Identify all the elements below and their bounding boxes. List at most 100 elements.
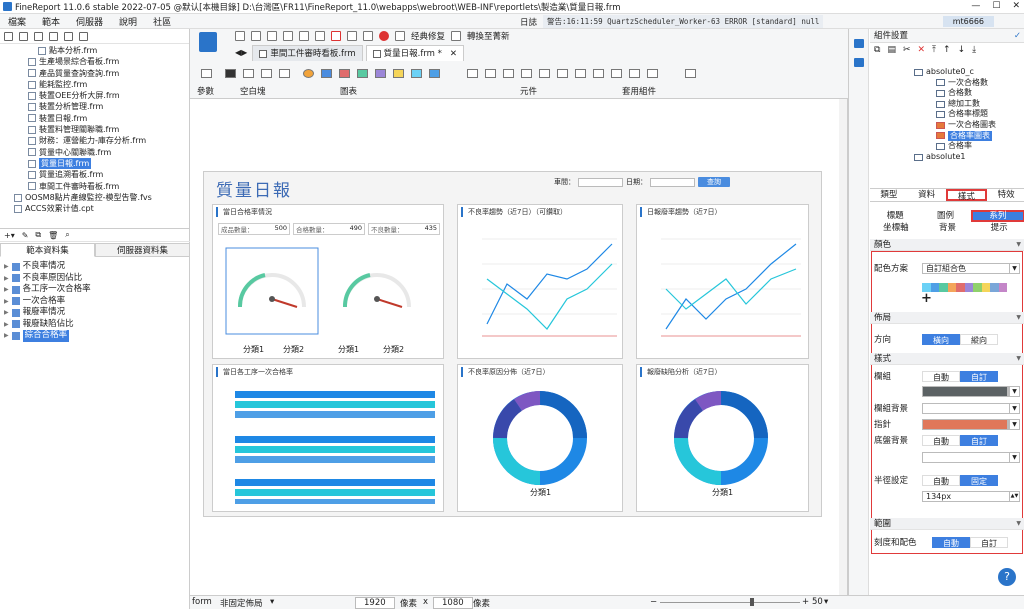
border-color-dropdown[interactable]: ▼ bbox=[1008, 386, 1020, 397]
palette-swatch[interactable] bbox=[981, 283, 990, 292]
expand-icon[interactable]: ▶ bbox=[4, 307, 9, 319]
menu-community[interactable]: 社區 bbox=[145, 15, 179, 28]
date-icon[interactable] bbox=[503, 69, 514, 78]
scale-auto[interactable]: 自動 bbox=[932, 537, 970, 548]
tab-style[interactable]: 樣式 bbox=[945, 189, 988, 202]
menu-server[interactable]: 伺服器 bbox=[68, 15, 111, 28]
area-chart-icon[interactable] bbox=[375, 69, 386, 78]
expand-icon[interactable]: ▶ bbox=[4, 284, 9, 296]
base-bg-color-select[interactable]: ▼ bbox=[922, 452, 1020, 463]
color-scheme-select[interactable]: 自訂組合色 ▼ bbox=[922, 263, 1020, 274]
query-button[interactable]: 查詢 bbox=[698, 177, 730, 187]
section-style[interactable]: 樣式 ▼ bbox=[870, 353, 1024, 365]
collapse-icon[interactable]: ✓ bbox=[1014, 29, 1021, 43]
expand-icon[interactable]: ▶ bbox=[4, 261, 9, 273]
list-icon[interactable] bbox=[575, 69, 586, 78]
search-icon[interactable] bbox=[79, 31, 88, 41]
file-item[interactable]: 裝置料管理關聯職.frm bbox=[0, 124, 189, 135]
dataset-item[interactable]: ▶ 綜合合格率 bbox=[0, 330, 190, 342]
zoom-value[interactable]: 50 bbox=[812, 597, 823, 607]
report-title[interactable]: 質量日報 bbox=[216, 176, 292, 201]
subtab-legend[interactable]: 圖例 bbox=[920, 210, 970, 222]
delete-dataset-icon[interactable]: 🗑 bbox=[48, 231, 58, 240]
card-process-pass-rate[interactable]: 當日各工序一次合格率 bbox=[212, 364, 444, 512]
log-message[interactable]: 警告:16:11:59 QuartzScheduler_Worker-63 ER… bbox=[543, 15, 824, 28]
file-item[interactable]: 產品質量查詢查詢.frm bbox=[0, 68, 189, 79]
bar-bg-select[interactable]: ▼ bbox=[922, 403, 1020, 414]
file-item[interactable]: 裝置日報.frm bbox=[0, 113, 189, 124]
button-widget-icon[interactable] bbox=[611, 69, 622, 78]
scale-custom[interactable]: 自訂 bbox=[970, 537, 1008, 548]
paste-icon[interactable] bbox=[315, 31, 325, 41]
menu-help[interactable]: 說明 bbox=[111, 15, 145, 28]
file-item[interactable]: 生產場景綜合看板.frm bbox=[0, 56, 189, 67]
fix-icon[interactable] bbox=[395, 31, 405, 41]
blank-block-icon[interactable] bbox=[225, 69, 236, 78]
file-item[interactable]: 質量追溯看板.frm bbox=[0, 169, 189, 180]
undo-icon[interactable] bbox=[251, 31, 261, 41]
preview-icon[interactable] bbox=[347, 31, 357, 41]
cut-widget-icon[interactable]: ✂ bbox=[903, 45, 911, 55]
pointer-color-dropdown[interactable]: ▼ bbox=[1008, 419, 1020, 430]
form-icon[interactable] bbox=[363, 31, 373, 41]
minimize-icon[interactable]: — bbox=[971, 1, 980, 11]
copy-widget-icon[interactable]: ⧉ bbox=[874, 45, 880, 55]
edit-icon[interactable]: ✎ bbox=[22, 231, 29, 240]
widget-tree-item[interactable]: 合格率 bbox=[870, 141, 1024, 152]
widget-tree-item[interactable]: absolute1 bbox=[870, 152, 1024, 163]
filter-date-input[interactable] bbox=[650, 177, 695, 187]
apply-component-icon[interactable] bbox=[685, 69, 696, 78]
more-chart-icon[interactable] bbox=[429, 69, 440, 78]
file-item[interactable]: 質量中心關聯職.frm bbox=[0, 147, 189, 158]
cell-attr-icon[interactable] bbox=[853, 58, 864, 67]
tab-effect[interactable]: 特效 bbox=[987, 189, 1024, 201]
tree-icon[interactable] bbox=[593, 69, 604, 78]
tab-block-icon[interactable] bbox=[243, 69, 254, 78]
section-range[interactable]: 範圍 ▼ bbox=[870, 518, 1024, 530]
move-up-icon[interactable]: ↑ bbox=[943, 45, 951, 55]
copy-toolbar-icon[interactable] bbox=[299, 31, 309, 41]
tab-server-dataset[interactable]: 伺服器資料集 bbox=[95, 243, 190, 257]
textfield-icon[interactable] bbox=[467, 69, 478, 78]
absolute-block-icon[interactable] bbox=[261, 69, 272, 78]
dataset-item[interactable]: ▶ 一次合格率 bbox=[0, 296, 190, 308]
radius-auto[interactable]: 自動 bbox=[922, 475, 960, 486]
open-icon[interactable] bbox=[34, 31, 43, 41]
tab-template-dataset[interactable]: 範本資料集 bbox=[0, 243, 95, 257]
border-auto[interactable]: 自動 bbox=[922, 371, 960, 382]
border-color-swatch[interactable] bbox=[922, 386, 1008, 397]
close-icon[interactable]: ✕ bbox=[1012, 1, 1020, 11]
section-color[interactable]: 顏色 ▼ bbox=[870, 239, 1024, 251]
file-item[interactable]: 車間工件審時看板.frm bbox=[0, 181, 189, 192]
file-item[interactable]: 能耗監控.frm bbox=[0, 79, 189, 90]
card-scrap-trend[interactable]: 日報廢率趨勢（近7日） bbox=[636, 204, 809, 359]
move-down-icon[interactable]: ↓ bbox=[958, 45, 966, 55]
copy-icon[interactable]: ⧉ bbox=[35, 230, 41, 240]
tab-data[interactable]: 資料 bbox=[908, 189, 946, 201]
border-custom[interactable]: 自訂 bbox=[960, 371, 998, 382]
add-color-icon[interactable]: + bbox=[921, 291, 932, 306]
delete-icon[interactable] bbox=[64, 31, 73, 41]
new-folder-icon[interactable] bbox=[4, 31, 13, 41]
help-button[interactable]: ? bbox=[998, 568, 1016, 586]
widget-tree-item[interactable]: 一次合格數 bbox=[870, 78, 1024, 89]
maximize-icon[interactable]: ☐ bbox=[992, 1, 1000, 11]
card-scrap-defect[interactable]: 報廢缺陷分析（近7日） 分類1 bbox=[636, 364, 809, 512]
column-chart-icon[interactable] bbox=[339, 69, 350, 78]
card-defect-cause[interactable]: 不良率原因分佈（近7日） 分類1 bbox=[457, 364, 623, 512]
add-dataset-icon[interactable]: +▾ bbox=[4, 231, 15, 240]
expand-icon[interactable]: ▶ bbox=[4, 319, 9, 331]
direction-vertical[interactable]: 縱向 bbox=[960, 334, 998, 345]
palette-swatch[interactable] bbox=[939, 283, 948, 292]
param-icon[interactable] bbox=[201, 69, 212, 78]
section-layout[interactable]: 佈局 ▼ bbox=[870, 312, 1024, 324]
zoom-slider-handle[interactable] bbox=[750, 598, 754, 606]
zoom-in-icon[interactable]: + bbox=[802, 597, 809, 607]
file-item[interactable]: ACCS效累计值.cpt bbox=[0, 203, 189, 214]
card-defect-trend[interactable]: 不良率趨勢（近7日）（可鑽取） bbox=[457, 204, 623, 359]
lock-icon[interactable] bbox=[49, 31, 58, 41]
palette-swatch[interactable] bbox=[973, 283, 982, 292]
width-input[interactable]: 1920 bbox=[355, 597, 395, 609]
split-icon[interactable] bbox=[279, 69, 290, 78]
palette-swatch[interactable] bbox=[947, 283, 956, 292]
